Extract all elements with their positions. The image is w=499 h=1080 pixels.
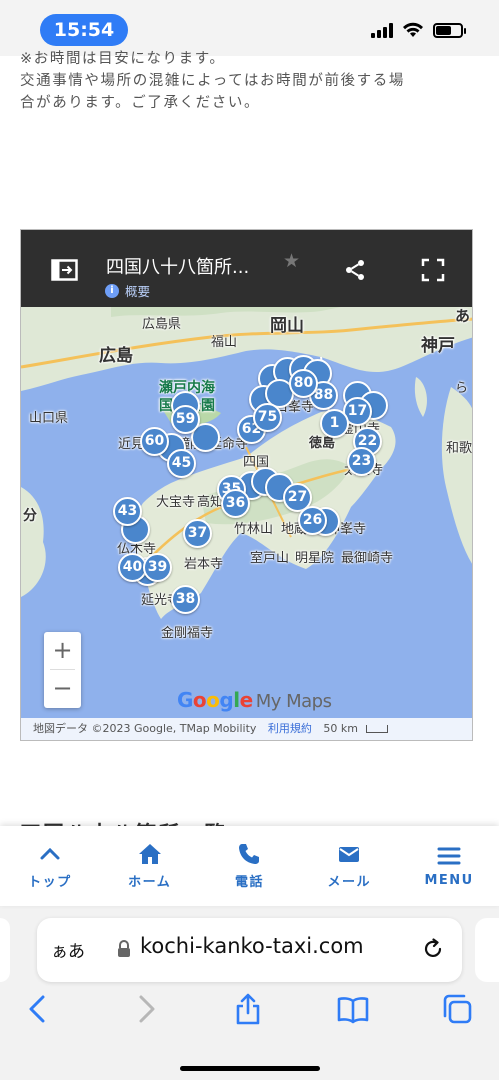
map-header: 四国八十八箇所... ★ i 概要 bbox=[21, 230, 472, 307]
map-marker-39[interactable]: 39 bbox=[143, 553, 172, 582]
nav-home-button[interactable]: ホーム bbox=[100, 826, 200, 906]
map-marker-45[interactable]: 45 bbox=[167, 449, 196, 478]
map-label-hotsumisakiji: 最御崎寺 bbox=[341, 551, 394, 566]
nav-mail-label: メール bbox=[327, 875, 372, 890]
zoom-out-button[interactable]: − bbox=[44, 670, 81, 707]
map-label-iwamotoji: 岩本寺 bbox=[184, 557, 224, 572]
share-icon[interactable] bbox=[343, 258, 367, 282]
map-label-yamaguchi: 山口県 bbox=[29, 411, 69, 426]
nav-home-label: ホーム bbox=[128, 875, 172, 890]
browser-toolbar bbox=[0, 992, 499, 1042]
status-time: 15:54 bbox=[40, 14, 128, 46]
menu-icon bbox=[437, 847, 461, 865]
note-line-2: 合があります。ご了承ください。 bbox=[20, 95, 261, 111]
map-label-wakayama: 和歌 bbox=[446, 441, 473, 456]
map-label-fukuyama: 福山 bbox=[211, 335, 238, 350]
previous-tab-peek[interactable] bbox=[0, 918, 10, 982]
map-title[interactable]: 四国八十八箇所... bbox=[106, 253, 249, 279]
nav-mail-button[interactable]: メール bbox=[299, 826, 399, 906]
note-line-0: ※お時間は目安になります。 bbox=[20, 51, 226, 67]
map-marker-80[interactable]: 80 bbox=[289, 369, 318, 398]
browser-chrome: ぁあ kochi-kanko-taxi.com bbox=[0, 906, 499, 1080]
google-my-maps-logo: Google My Maps bbox=[177, 688, 332, 712]
nav-menu-button[interactable]: MENU bbox=[399, 826, 499, 906]
map-scale-bar bbox=[365, 725, 388, 733]
bottom-nav: トップ ホーム 電話 メール MENU bbox=[0, 826, 499, 906]
map-label-kanji-rin: ら bbox=[455, 381, 469, 396]
nav-top-label: トップ bbox=[28, 875, 72, 890]
map-marker-38[interactable]: 38 bbox=[171, 585, 200, 614]
map-label-oita: 分 bbox=[23, 508, 37, 524]
status-icons bbox=[371, 22, 466, 38]
time-note: ※お時間は目安になります。 交通事情や場所の混雑によってはお時間が前後する場 合… bbox=[20, 51, 480, 114]
url-text[interactable]: kochi-kanko-taxi.com bbox=[140, 934, 364, 958]
home-icon bbox=[138, 844, 161, 864]
address-bar[interactable]: ぁあ kochi-kanko-taxi.com bbox=[37, 918, 462, 982]
next-tab-peek[interactable] bbox=[475, 918, 499, 982]
map-attribution-text: 地図データ ©2023 Google, TMap Mobility bbox=[33, 722, 257, 735]
home-indicator bbox=[180, 1066, 320, 1071]
map-label-murotozan: 室戸山 bbox=[250, 551, 290, 566]
map-marker-59[interactable]: 59 bbox=[171, 405, 200, 434]
note-line-1: 交通事情や場所の混雑によってはお時間が前後する場 bbox=[20, 73, 405, 89]
mail-icon bbox=[339, 847, 360, 862]
map-marker-75[interactable]: 75 bbox=[253, 403, 282, 432]
map-label-hiroshima: 広島 bbox=[99, 346, 133, 366]
map-label-meiseiin: 明星院 bbox=[295, 551, 335, 566]
map-label-okayama: 岡山 bbox=[270, 316, 304, 336]
zoom-controls: + − bbox=[44, 632, 81, 708]
bookmarks-icon[interactable] bbox=[336, 992, 370, 1026]
nav-top-button[interactable]: トップ bbox=[0, 826, 100, 906]
nav-phone-button[interactable]: 電話 bbox=[200, 826, 300, 906]
phone-icon bbox=[239, 844, 260, 864]
map-marker-26[interactable]: 26 bbox=[298, 506, 327, 535]
fullscreen-icon[interactable] bbox=[421, 258, 445, 282]
sidebar-toggle-icon[interactable] bbox=[51, 259, 78, 281]
map-attribution: 地図データ ©2023 Google, TMap Mobility 利用規約 5… bbox=[21, 718, 472, 740]
star-icon[interactable]: ★ bbox=[283, 250, 300, 272]
info-icon: i bbox=[105, 283, 119, 298]
map-info-link[interactable]: i 概要 bbox=[105, 281, 150, 300]
map-marker-23[interactable]: 23 bbox=[347, 447, 376, 476]
back-icon[interactable] bbox=[22, 992, 56, 1026]
map-canvas[interactable]: 広島県 広島 岡山 福山 神戸 瀬戸内海 国立公園 山口県 白峯寺 霊山寺 徳島… bbox=[21, 307, 473, 740]
nav-menu-label: MENU bbox=[424, 873, 474, 888]
reload-icon[interactable] bbox=[422, 938, 444, 960]
wifi-icon bbox=[403, 22, 423, 37]
chevron-up-icon bbox=[40, 847, 60, 860]
cellular-signal-icon bbox=[371, 22, 393, 38]
map-label-kobe: 神戸 bbox=[421, 336, 455, 356]
info-label: 概要 bbox=[125, 284, 151, 299]
share-sheet-icon[interactable] bbox=[231, 992, 265, 1026]
map-marker-60[interactable]: 60 bbox=[140, 427, 169, 456]
map-marker-37[interactable]: 37 bbox=[183, 519, 212, 548]
map-label-kanji-a: あ bbox=[455, 307, 471, 325]
tabs-icon[interactable] bbox=[440, 992, 474, 1026]
map-marker-1[interactable]: 1 bbox=[320, 409, 349, 438]
map-label-chikurinzan: 竹林山 bbox=[234, 522, 274, 537]
map-terms-link[interactable]: 利用規約 bbox=[268, 722, 312, 735]
lock-icon bbox=[118, 940, 130, 957]
battery-icon bbox=[433, 22, 466, 38]
nav-phone-label: 電話 bbox=[234, 875, 264, 890]
map-marker-43[interactable]: 43 bbox=[113, 497, 142, 526]
reader-options-button[interactable]: ぁあ bbox=[51, 937, 85, 962]
zoom-in-button[interactable]: + bbox=[44, 632, 81, 669]
map-label-daihoji: 大宝寺 bbox=[156, 495, 196, 510]
map-label-hiroshima-pref: 広島県 bbox=[142, 317, 182, 332]
map-label-kongofukuji: 金剛福寺 bbox=[161, 626, 214, 641]
embedded-map[interactable]: 四国八十八箇所... ★ i 概要 広島県 広島 岡山 福山 神戸 瀬戸内海 山… bbox=[20, 229, 473, 741]
forward-icon[interactable] bbox=[128, 992, 162, 1026]
map-marker-36[interactable]: 36 bbox=[221, 489, 250, 518]
map-scale-label: 50 km bbox=[323, 722, 358, 735]
